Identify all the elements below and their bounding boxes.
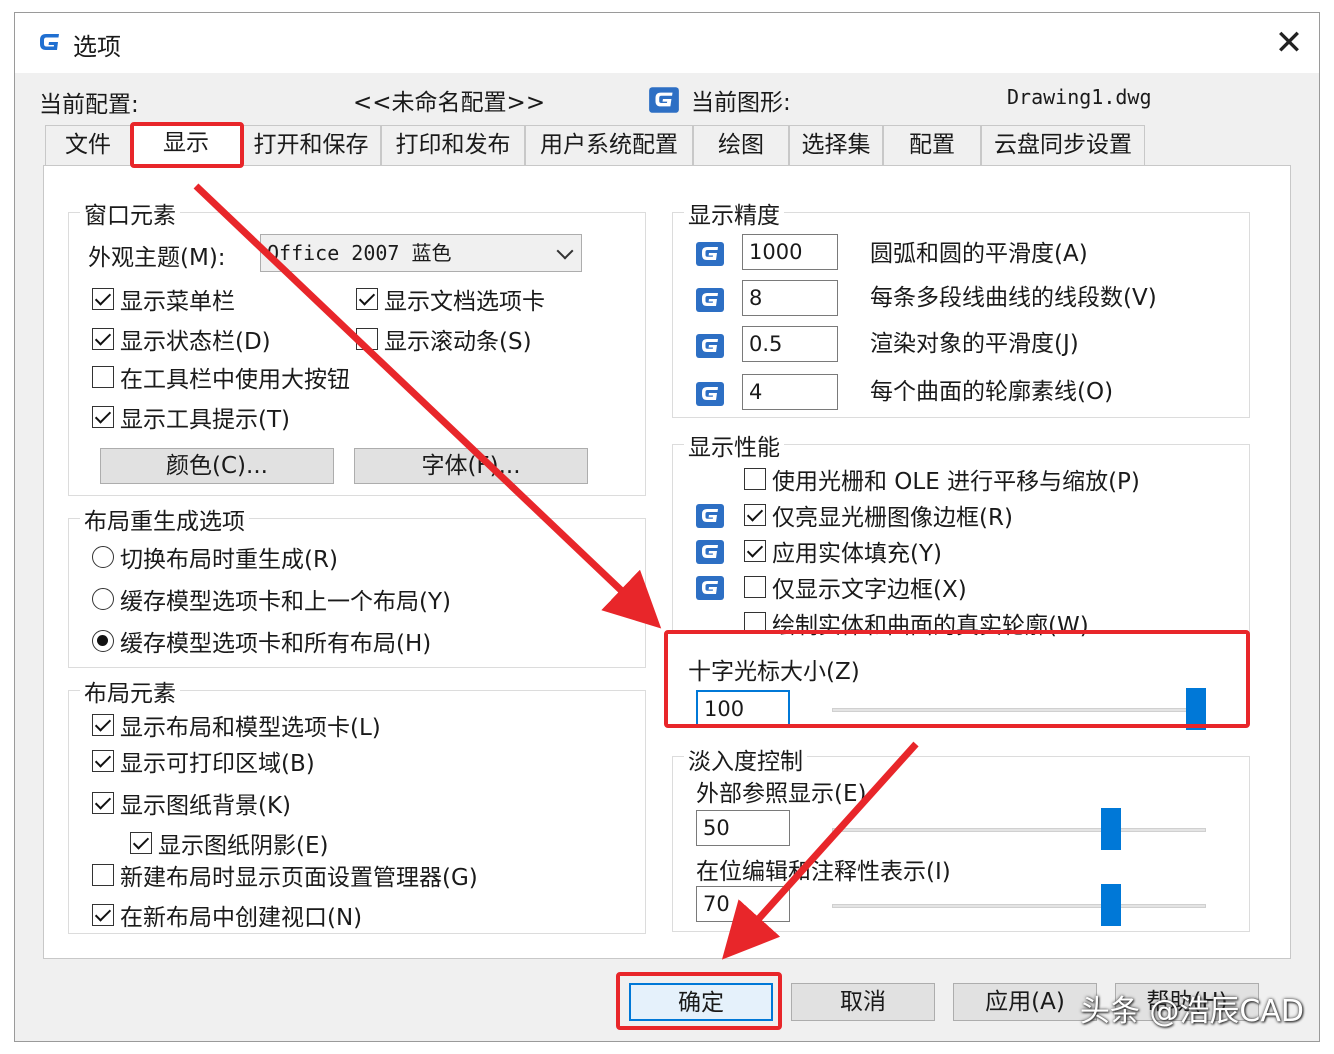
watermark-text: 头条 @浩辰CAD — [1079, 994, 1304, 1029]
annotation-arrows — [193, 183, 919, 960]
arrow-crosshair-to-ok — [721, 741, 919, 960]
arrow-tab-to-crosshair — [193, 183, 662, 629]
